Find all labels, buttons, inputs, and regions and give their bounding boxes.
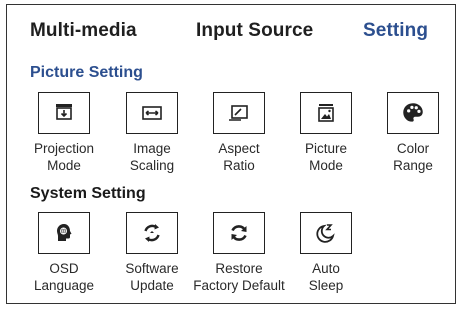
osd-language-button[interactable]: OSD Language bbox=[16, 212, 112, 294]
restore-factory-default-label: Restore Factory Default bbox=[193, 261, 285, 293]
projection-mode-label: Projection Mode bbox=[33, 141, 95, 173]
tab-multimedia[interactable]: Multi-media bbox=[30, 20, 137, 42]
projection-mode-icon bbox=[38, 92, 90, 134]
restore-icon bbox=[213, 212, 265, 254]
picture-setting-heading: Picture Setting bbox=[30, 64, 143, 81]
projection-mode-button[interactable]: Projection Mode bbox=[16, 92, 112, 174]
osd-language-label: OSD Language bbox=[33, 261, 95, 293]
aspect-ratio-label: Aspect Ratio bbox=[218, 141, 260, 173]
palette-icon bbox=[387, 92, 439, 134]
sleep-icon bbox=[300, 212, 352, 254]
auto-sleep-button[interactable]: Auto Sleep bbox=[278, 212, 374, 294]
color-range-button[interactable]: Color Range bbox=[365, 92, 461, 174]
software-update-label: Software Update bbox=[125, 261, 179, 293]
system-setting-heading: System Setting bbox=[30, 185, 146, 202]
image-scaling-icon bbox=[126, 92, 178, 134]
language-icon bbox=[38, 212, 90, 254]
aspect-ratio-button[interactable]: Aspect Ratio bbox=[191, 92, 287, 174]
picture-mode-label: Picture Mode bbox=[304, 141, 348, 173]
tab-setting[interactable]: Setting bbox=[363, 20, 428, 42]
restore-factory-default-button[interactable]: Restore Factory Default bbox=[191, 212, 287, 294]
image-scaling-label: Image Scaling bbox=[129, 141, 175, 173]
image-scaling-button[interactable]: Image Scaling bbox=[104, 92, 200, 174]
auto-sleep-label: Auto Sleep bbox=[308, 261, 344, 293]
picture-mode-icon bbox=[300, 92, 352, 134]
software-update-icon bbox=[126, 212, 178, 254]
color-range-label: Color Range bbox=[393, 141, 433, 173]
tab-input-source[interactable]: Input Source bbox=[196, 20, 313, 42]
aspect-ratio-icon bbox=[213, 92, 265, 134]
software-update-button[interactable]: Software Update bbox=[104, 212, 200, 294]
picture-mode-button[interactable]: Picture Mode bbox=[278, 92, 374, 174]
